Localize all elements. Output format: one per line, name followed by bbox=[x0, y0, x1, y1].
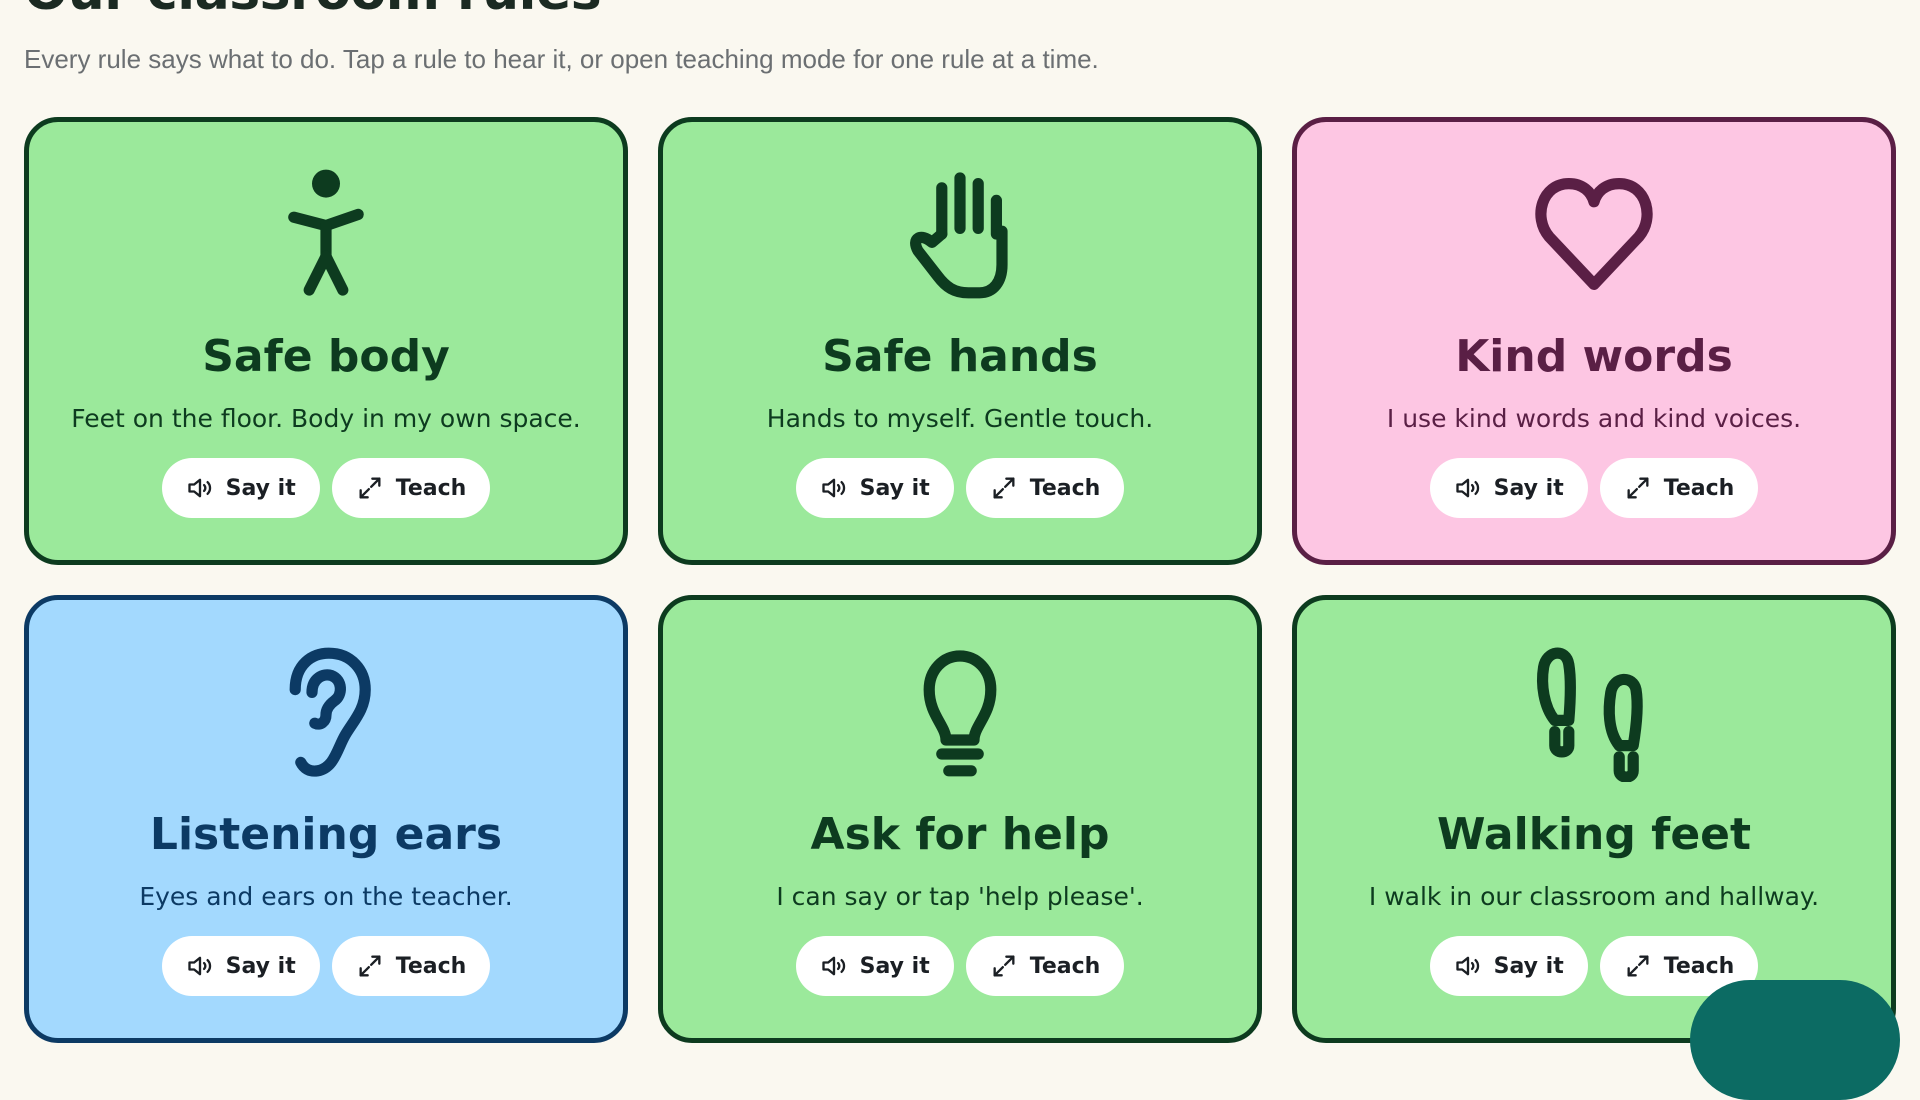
person-icon bbox=[256, 164, 396, 304]
rule-text: Eyes and ears on the teacher. bbox=[139, 882, 513, 911]
teach-button[interactable]: Teach bbox=[965, 458, 1125, 518]
teach-button[interactable]: Teach bbox=[1599, 458, 1759, 518]
rule-title: Ask for help bbox=[810, 809, 1110, 860]
hand-icon bbox=[890, 164, 1030, 304]
page-subtitle: Every rule says what to do. Tap a rule t… bbox=[24, 44, 1099, 74]
ear-icon bbox=[256, 642, 396, 782]
rule-card-kind-words[interactable]: Kind words I use kind words and kind voi… bbox=[1292, 117, 1896, 565]
say-it-label: Say it bbox=[225, 953, 296, 979]
rule-card-safe-body[interactable]: Safe body Feet on the floor. Body in my … bbox=[24, 117, 628, 565]
say-it-button[interactable]: Say it bbox=[161, 936, 320, 996]
expand-icon bbox=[356, 952, 384, 980]
rule-title: Listening ears bbox=[149, 809, 503, 860]
expand-icon bbox=[1624, 474, 1652, 502]
teach-button[interactable]: Teach bbox=[331, 458, 491, 518]
floating-action-button[interactable] bbox=[1690, 980, 1900, 1100]
teach-label: Teach bbox=[1029, 953, 1101, 979]
say-it-label: Say it bbox=[225, 475, 296, 501]
say-it-button[interactable]: Say it bbox=[1429, 936, 1588, 996]
teach-label: Teach bbox=[395, 475, 467, 501]
teach-button[interactable]: Teach bbox=[331, 936, 491, 996]
rule-text: Hands to myself. Gentle touch. bbox=[766, 404, 1154, 433]
rule-title: Kind words bbox=[1455, 331, 1733, 382]
rule-actions: Say it Teach bbox=[1429, 936, 1759, 996]
rule-title: Safe body bbox=[202, 331, 450, 382]
teach-label: Teach bbox=[395, 953, 467, 979]
expand-icon bbox=[1624, 952, 1652, 980]
teach-label: Teach bbox=[1029, 475, 1101, 501]
rule-actions: Say it Teach bbox=[1429, 458, 1759, 518]
rule-title: Safe hands bbox=[822, 331, 1098, 382]
teach-button[interactable]: Teach bbox=[965, 936, 1125, 996]
say-it-button[interactable]: Say it bbox=[795, 936, 954, 996]
rule-title: Walking feet bbox=[1436, 809, 1752, 860]
rule-text: Feet on the floor. Body in my own space. bbox=[71, 404, 581, 433]
page-title: Our classroom rules bbox=[24, 0, 602, 22]
speaker-icon bbox=[820, 474, 848, 502]
say-it-label: Say it bbox=[859, 953, 930, 979]
expand-icon bbox=[990, 952, 1018, 980]
rule-text: I use kind words and kind voices. bbox=[1386, 404, 1802, 433]
rule-text: I can say or tap 'help please'. bbox=[776, 882, 1144, 911]
speaker-icon bbox=[1454, 474, 1482, 502]
rules-grid: Safe body Feet on the floor. Body in my … bbox=[24, 117, 1896, 1043]
speaker-icon bbox=[186, 474, 214, 502]
say-it-button[interactable]: Say it bbox=[161, 458, 320, 518]
teach-label: Teach bbox=[1663, 953, 1735, 979]
expand-icon bbox=[990, 474, 1018, 502]
rule-actions: Say it Teach bbox=[161, 936, 491, 996]
rule-actions: Say it Teach bbox=[795, 936, 1125, 996]
speaker-icon bbox=[1454, 952, 1482, 980]
expand-icon bbox=[356, 474, 384, 502]
rule-text: I walk in our classroom and hallway. bbox=[1368, 882, 1820, 911]
speaker-icon bbox=[186, 952, 214, 980]
say-it-button[interactable]: Say it bbox=[1429, 458, 1588, 518]
teach-label: Teach bbox=[1663, 475, 1735, 501]
say-it-label: Say it bbox=[1493, 475, 1564, 501]
footprints-icon bbox=[1524, 642, 1664, 782]
lightbulb-icon bbox=[890, 642, 1030, 782]
say-it-label: Say it bbox=[1493, 953, 1564, 979]
rule-card-safe-hands[interactable]: Safe hands Hands to myself. Gentle touch… bbox=[658, 117, 1262, 565]
say-it-label: Say it bbox=[859, 475, 930, 501]
speaker-icon bbox=[820, 952, 848, 980]
rule-actions: Say it Teach bbox=[795, 458, 1125, 518]
rule-actions: Say it Teach bbox=[161, 458, 491, 518]
heart-icon bbox=[1524, 164, 1664, 304]
say-it-button[interactable]: Say it bbox=[795, 458, 954, 518]
rule-card-ask-for-help[interactable]: Ask for help I can say or tap 'help plea… bbox=[658, 595, 1262, 1043]
rule-card-walking-feet[interactable]: Walking feet I walk in our classroom and… bbox=[1292, 595, 1896, 1043]
rule-card-listening-ears[interactable]: Listening ears Eyes and ears on the teac… bbox=[24, 595, 628, 1043]
